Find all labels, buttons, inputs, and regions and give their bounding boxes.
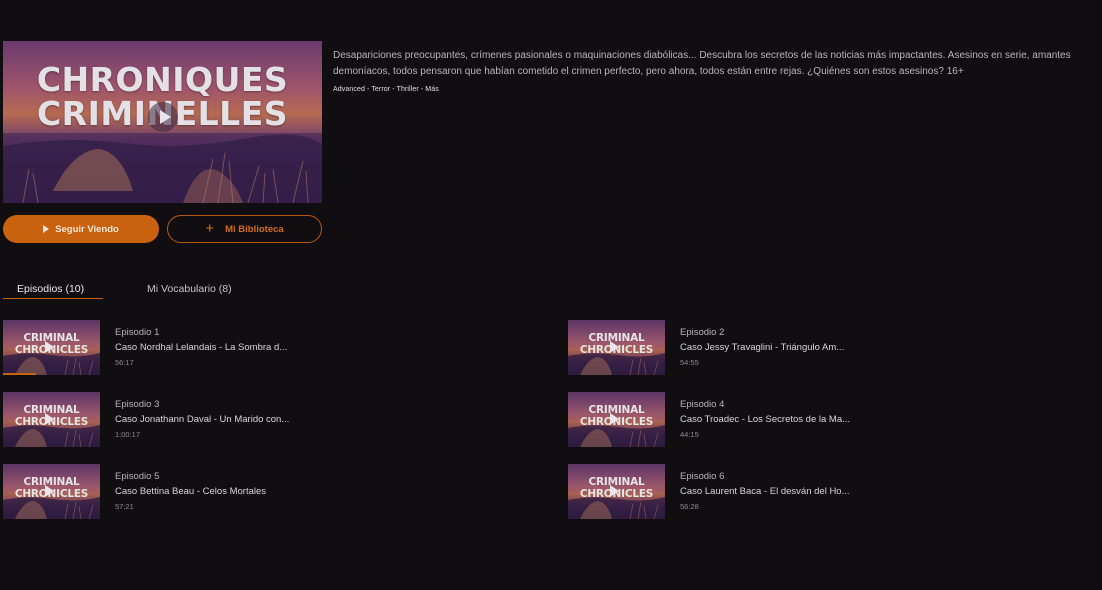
episode-thumbnail[interactable]: CRIMINAL CHRONICLES [568, 392, 665, 447]
episode-number: Episodio 6 [680, 471, 725, 482]
tab-my-vocabulary[interactable]: Mi Vocabulario (8) [147, 283, 232, 295]
tab-episodes[interactable]: Episodios (10) [17, 283, 84, 295]
play-icon [610, 485, 619, 497]
episode-number: Episodio 4 [680, 399, 725, 410]
episode-title: Caso Jonathann Daval - Un Marido con... [115, 414, 290, 425]
my-library-button[interactable]: + Mi Biblioteca [167, 215, 322, 243]
episode-duration: 54:55 [680, 358, 699, 367]
series-detail-page: CHRONIQUES CRIMINELLES Desapariciones pr… [0, 0, 1102, 590]
episode-duration: 1:00:17 [115, 430, 141, 439]
episode-card[interactable]: CRIMINAL CHRONICLES Episodio 2 Caso Jessy T… [568, 320, 988, 376]
episode-card[interactable]: CRIMINAL CHRONICLES Episodio 4 Caso Troadec… [568, 392, 988, 448]
episode-thumbnail[interactable]: CRIMINAL CHRONICLES [3, 464, 100, 519]
episode-duration: 57:21 [115, 502, 134, 511]
episode-title: Caso Laurent Baca - El desván del Ho... [680, 486, 850, 497]
episode-duration: 44:15 [680, 430, 699, 439]
episode-title: Caso Jessy Travaglini - Triángulo Am... [680, 342, 845, 353]
continue-watching-label: Seguir Viendo [55, 223, 119, 235]
series-cover-image[interactable]: CHRONIQUES CRIMINELLES [3, 41, 322, 203]
episode-card[interactable]: CRIMINAL CHRONICLES Episodio 5 Caso Bettina… [3, 464, 423, 520]
episode-number: Episodio 5 [115, 471, 160, 482]
plus-icon: + [205, 220, 215, 237]
cover-title-line1: CHRONIQUES [36, 60, 289, 99]
episode-number: Episodio 3 [115, 399, 160, 410]
episode-title: Caso Bettina Beau - Celos Mortales [115, 486, 267, 497]
episode-card[interactable]: CRIMINAL CHRONICLES Episodio 1 Caso Nordhal… [3, 320, 423, 376]
episode-card[interactable]: CRIMINAL CHRONICLES Episodio 6 Caso Laurent… [568, 464, 988, 520]
episode-progress-bar [3, 373, 36, 375]
play-icon [45, 413, 54, 425]
series-description: Desapariciones preocupantes, crímenes pa… [333, 50, 1071, 77]
continue-watching-button[interactable]: Seguir Viendo [3, 215, 159, 243]
episode-thumbnail[interactable]: CRIMINAL CHRONICLES [568, 464, 665, 519]
play-icon [610, 341, 619, 353]
episode-number: Episodio 1 [115, 327, 160, 338]
play-icon [43, 225, 50, 233]
my-library-label: Mi Biblioteca [225, 223, 284, 235]
episode-card[interactable]: CRIMINAL CHRONICLES Episodio 3 Caso Jonatha… [3, 392, 423, 448]
play-icon [45, 485, 54, 497]
episode-thumbnail[interactable]: CRIMINAL CHRONICLES [3, 392, 100, 447]
episode-title: Caso Nordhal Lelandais - La Sombra d... [115, 342, 288, 353]
play-icon [610, 413, 619, 425]
play-icon [45, 341, 54, 353]
episode-title: Caso Troadec - Los Secretos de la Ma... [680, 414, 851, 425]
episode-thumbnail[interactable]: CRIMINAL CHRONICLES [3, 320, 100, 375]
episode-duration: 56:17 [115, 358, 134, 367]
episode-duration: 56:28 [680, 502, 699, 511]
episode-thumbnail[interactable]: CRIMINAL CHRONICLES [568, 320, 665, 375]
episode-number: Episodio 2 [680, 327, 725, 338]
series-genres: Advanced - Terror - Thriller - Más [333, 86, 439, 93]
play-icon[interactable] [148, 102, 178, 132]
active-tab-indicator [3, 298, 103, 299]
